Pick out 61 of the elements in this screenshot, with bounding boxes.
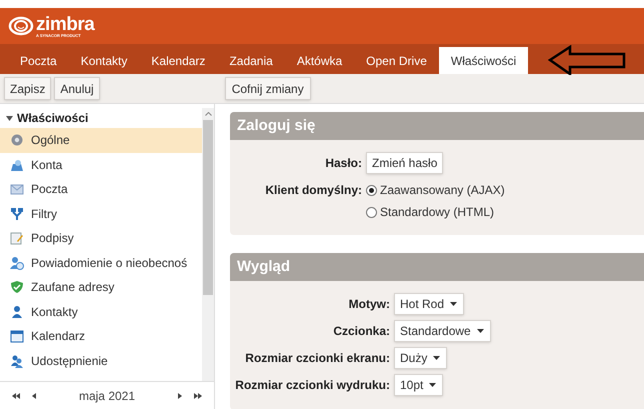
- app-tab[interactable]: Zadania: [217, 47, 285, 74]
- caret-icon: [476, 329, 484, 333]
- envelope-icon: [10, 182, 24, 196]
- smiley-logo-icon: [8, 16, 34, 36]
- app-tab[interactable]: Kontakty: [68, 47, 140, 74]
- calendar-icon: [10, 329, 24, 344]
- caret-icon: [450, 302, 458, 306]
- app-tab[interactable]: Właściwości: [438, 47, 528, 74]
- panel-title: Wygląd: [237, 256, 290, 277]
- dropdown[interactable]: Duży: [394, 347, 448, 369]
- left-arrow-icon[interactable]: [32, 392, 36, 398]
- sidebar-item[interactable]: Ogólne: [0, 128, 202, 152]
- radio-label: Standardowy (HTML): [380, 204, 494, 221]
- change-password-button[interactable]: Zmień hasło: [366, 152, 444, 174]
- sidebar-item[interactable]: Kontakty: [0, 300, 202, 324]
- field-label: Czcionka:: [332, 323, 390, 340]
- month-label[interactable]: maja 2021: [78, 386, 136, 404]
- people-icon: [10, 354, 24, 368]
- field-label: Rozmiar czcionki ekranu:: [244, 350, 390, 367]
- caret-icon: [429, 383, 436, 387]
- sidebar-item[interactable]: Poczta: [0, 177, 202, 202]
- dropdown[interactable]: Hot Rod: [394, 293, 464, 315]
- user-account-icon: [10, 158, 24, 172]
- toolbar-button[interactable]: Zapisz: [4, 77, 52, 100]
- double-left-arrow-icon[interactable]: [12, 392, 20, 398]
- app-tab[interactable]: Open Drive: [354, 47, 439, 74]
- logo-text: zimbra: [36, 14, 94, 34]
- panel-title: Zaloguj się: [237, 116, 316, 136]
- radio-button[interactable]: [366, 206, 377, 218]
- scroll-up-icon[interactable]: [204, 112, 212, 116]
- app-tab[interactable]: Aktówka: [284, 47, 354, 74]
- dropdown[interactable]: Standardowe: [394, 320, 491, 342]
- caret-icon: [433, 356, 440, 360]
- sidebar-item[interactable]: Podpisy: [0, 226, 202, 250]
- signature-icon: [10, 231, 24, 246]
- user-clock-icon: [10, 256, 24, 270]
- field-label: Motyw:: [348, 296, 390, 313]
- field-label: Klient domyślny:: [264, 182, 362, 199]
- scrollbar-thumb[interactable]: [203, 120, 213, 295]
- sidebar-item[interactable]: Kalendarz: [0, 324, 202, 348]
- shield-icon: [10, 280, 24, 294]
- toolbar-button[interactable]: Cofnij zmiany: [224, 77, 311, 100]
- dropdown[interactable]: 10pt: [394, 374, 444, 396]
- person-icon: [10, 304, 24, 319]
- filter-icon: [10, 206, 24, 221]
- gear-icon: [10, 133, 24, 148]
- double-right-arrow-icon[interactable]: [194, 392, 202, 398]
- field-label: Hasło:: [324, 155, 362, 172]
- app-tab[interactable]: Kalendarz: [139, 47, 218, 74]
- sidebar-item[interactable]: Powiadomienie o nieobecnoś: [0, 250, 202, 275]
- radio-label: Zaawansowany (AJAX): [380, 182, 505, 199]
- sidebar-item[interactable]: Udostępnienie: [0, 348, 202, 373]
- field-label: Rozmiar czcionki wydruku:: [234, 377, 390, 394]
- radio-button[interactable]: [366, 184, 377, 196]
- sidebar-item[interactable]: Zaufane adresy: [0, 275, 202, 300]
- toolbar-button[interactable]: Anuluj: [54, 77, 100, 100]
- right-arrow-icon[interactable]: [178, 392, 182, 398]
- tree-header[interactable]: Właściwości: [6, 108, 202, 128]
- app-tab[interactable]: Poczta: [8, 47, 69, 74]
- sidebar-item[interactable]: Filtry: [0, 202, 202, 226]
- sidebar-item[interactable]: Konta: [0, 152, 202, 177]
